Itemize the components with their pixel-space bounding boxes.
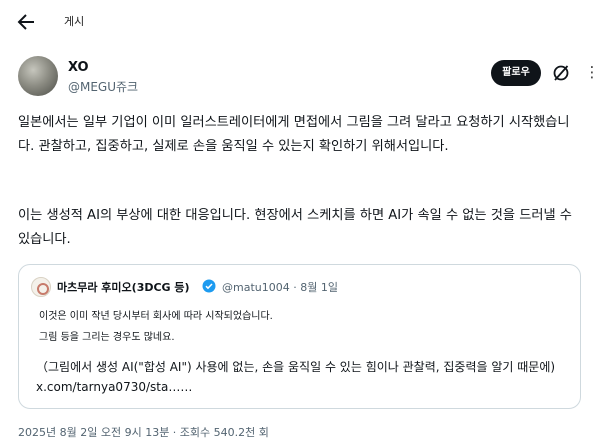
verified-badge-icon <box>202 278 216 293</box>
author-name[interactable]: XO <box>68 60 89 75</box>
page-title: 게시 <box>64 15 85 28</box>
avatar[interactable] <box>18 56 58 96</box>
quote-avatar <box>31 277 51 297</box>
more-icon[interactable]: ⋮ <box>582 63 600 83</box>
quoted-post-card[interactable]: 마츠무라 후미오(3DCG 등) @matu1004 · 8월 1일 이것은 이… <box>18 264 581 409</box>
quote-meta: @matu1004 · 8월 1일 <box>222 281 338 294</box>
quote-line: （그림에서 생성 AI("합성 AI") 사용에 없는, 손을 움직일 수 있는… <box>36 360 556 394</box>
quote-author-name: 마츠무라 후미오(3DCG 등) <box>57 281 190 294</box>
post-paragraph: 일본에서는 일부 기업이 이미 일러스트레이터에게 면접에서 그림을 그려 달라… <box>18 115 570 154</box>
author-row: XO @MEGU쥬크 팔로우 ⋮ <box>18 56 600 100</box>
post-timestamp[interactable]: 2025년 8월 2일 오전 9시 13분 · 조회수 540.2천 회 <box>18 424 269 440</box>
follow-button[interactable]: 팔로우 <box>491 60 541 86</box>
top-bar: 게시 <box>0 0 600 44</box>
grok-icon[interactable] <box>551 63 571 83</box>
author-handle[interactable]: @MEGU쥬크 <box>68 78 138 95</box>
quote-line: 그림 등을 그리는 경우도 많네요. <box>39 332 175 343</box>
quote-line: 이것은 이미 작년 당시부터 회사에 따라 시작되었습니다. <box>39 311 273 322</box>
back-arrow-icon[interactable] <box>14 10 38 34</box>
post-paragraph: 이는 생성적 AI의 부상에 대한 대응입니다. 현장에서 스케치를 하면 AI… <box>18 208 572 247</box>
